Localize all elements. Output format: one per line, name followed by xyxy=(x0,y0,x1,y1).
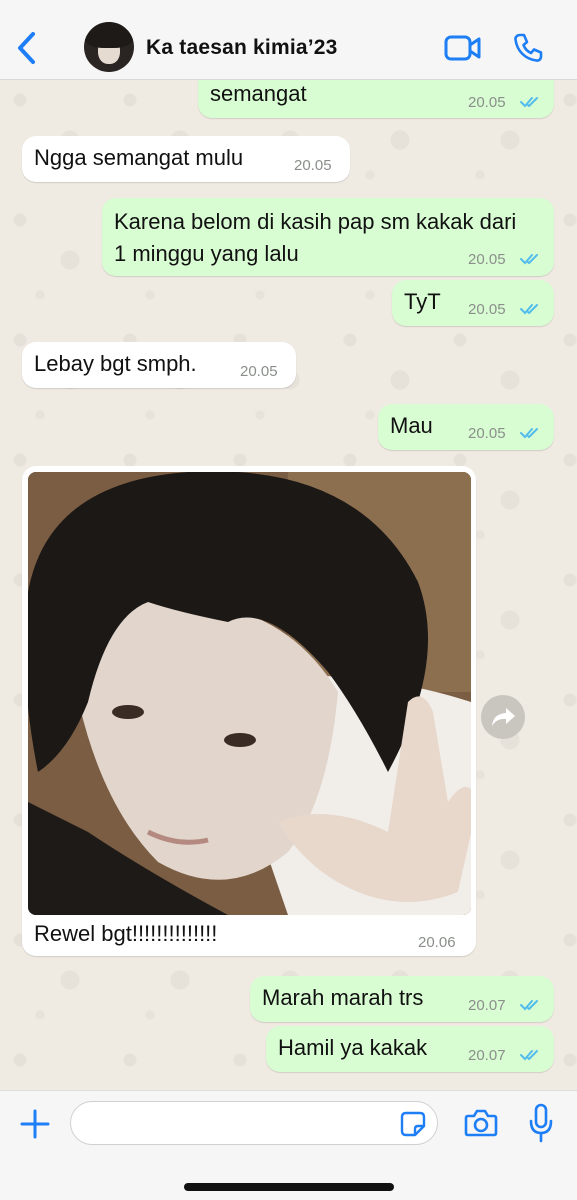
video-call-button[interactable] xyxy=(444,34,482,62)
message-time: 20.05 xyxy=(468,301,506,318)
message-bubble-outgoing[interactable]: Karena belom di kasih pap sm kakak dari … xyxy=(102,198,554,276)
read-ticks-icon xyxy=(520,428,538,439)
message-time: 20.05 xyxy=(294,157,332,174)
message-time: 20.07 xyxy=(468,1047,506,1064)
message-time: 20.05 xyxy=(240,363,278,380)
sticker-icon xyxy=(400,1111,426,1137)
read-ticks-icon xyxy=(520,97,538,108)
message-time: 20.05 xyxy=(468,425,506,442)
message-bubble-outgoing[interactable]: Marah marah trs 20.07 xyxy=(250,976,554,1022)
message-bubble-outgoing[interactable]: Mau 20.05 xyxy=(378,404,554,450)
message-input-bar xyxy=(0,1090,577,1200)
video-camera-icon xyxy=(444,35,481,61)
message-bubble-outgoing[interactable]: Hamil ya kakak 20.07 xyxy=(266,1026,554,1072)
message-bubble-outgoing[interactable]: TyT 20.05 xyxy=(392,280,554,326)
plus-icon xyxy=(20,1109,50,1139)
message-input[interactable] xyxy=(70,1101,438,1145)
back-button[interactable] xyxy=(14,30,40,66)
forward-button[interactable] xyxy=(481,695,525,739)
message-bubble-outgoing[interactable]: semangat 20.05 xyxy=(198,80,554,118)
phone-icon xyxy=(514,33,543,62)
message-text: Hamil ya kakak xyxy=(278,1035,428,1060)
message-time: 20.07 xyxy=(468,997,506,1014)
photo-image[interactable] xyxy=(28,472,471,915)
photo-caption: Rewel bgt!!!!!!!!!!!!!! xyxy=(34,921,218,946)
message-text: Marah marah trs xyxy=(262,985,424,1010)
message-text-line: Karena belom di kasih pap sm kakak dari xyxy=(114,209,517,234)
message-text: Lebay bgt smph. xyxy=(34,351,197,376)
sticker-button[interactable] xyxy=(400,1111,426,1137)
microphone-button[interactable] xyxy=(528,1103,554,1143)
message-text: semangat xyxy=(210,81,307,106)
message-time: 20.05 xyxy=(468,94,506,111)
home-indicator xyxy=(184,1183,394,1191)
voice-call-button[interactable] xyxy=(512,32,544,64)
read-ticks-icon xyxy=(520,304,538,315)
photo-image-illustration xyxy=(28,472,471,915)
message-bubble-incoming[interactable]: Ngga semangat mulu 20.05 xyxy=(22,136,350,182)
contact-name[interactable]: Ka taesan kimia’23 xyxy=(146,36,338,60)
message-text: Mau xyxy=(390,413,433,438)
message-time: 20.06 xyxy=(418,934,456,951)
message-text: TyT xyxy=(404,289,441,314)
chevron-left-icon xyxy=(18,32,35,64)
microphone-icon xyxy=(529,1103,553,1143)
forward-arrow-icon xyxy=(492,708,515,726)
camera-icon xyxy=(464,1109,498,1137)
message-bubble-incoming[interactable]: Lebay bgt smph. 20.05 xyxy=(22,342,296,388)
read-ticks-icon xyxy=(520,1050,538,1061)
chat-area[interactable]: semangat 20.05 Ngga semangat mulu 20.05 … xyxy=(0,80,577,1090)
message-text-line: 1 minggu yang lalu xyxy=(114,241,299,266)
read-ticks-icon xyxy=(520,1000,538,1011)
chat-header: Ka taesan kimia’23 xyxy=(0,0,577,80)
read-ticks-icon xyxy=(520,254,538,265)
avatar[interactable] xyxy=(84,22,134,72)
camera-button[interactable] xyxy=(464,1107,498,1139)
attach-button[interactable] xyxy=(18,1107,52,1141)
message-time: 20.05 xyxy=(468,251,506,268)
message-text: Ngga semangat mulu xyxy=(34,145,244,170)
